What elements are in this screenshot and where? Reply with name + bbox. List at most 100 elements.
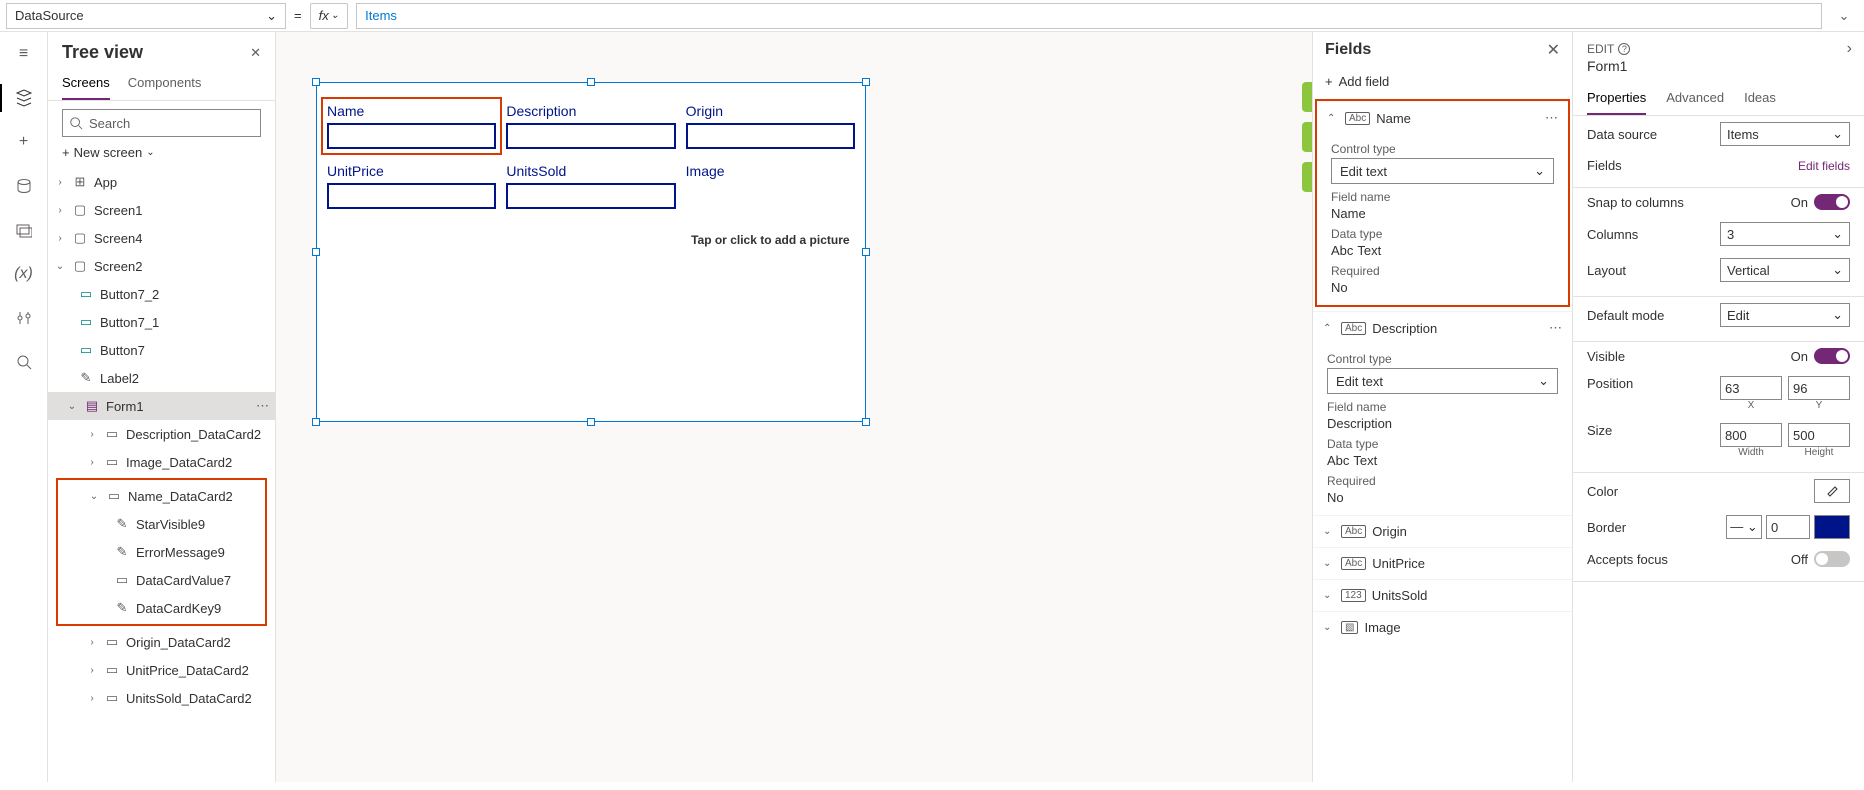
border-style-dropdown[interactable]: — ⌄ bbox=[1726, 515, 1762, 539]
expand-icon[interactable]: › bbox=[1847, 40, 1852, 58]
card-label: Image bbox=[686, 163, 855, 179]
tree-search-input[interactable]: Search bbox=[62, 109, 261, 137]
node-label2[interactable]: ✎ Label2 bbox=[48, 364, 275, 392]
card-input[interactable] bbox=[327, 123, 496, 149]
datasource-dropdown[interactable]: Items ⌄ bbox=[1720, 122, 1850, 146]
node-datacardkey[interactable]: ✎ DataCardKey9 bbox=[58, 594, 265, 622]
node-datacardvalue[interactable]: ▭ DataCardValue7 bbox=[58, 566, 265, 594]
resize-handle[interactable] bbox=[312, 248, 320, 256]
resize-handle[interactable] bbox=[587, 418, 595, 426]
property-dropdown[interactable]: DataSource ⌄ bbox=[6, 3, 286, 29]
image-placeholder-text[interactable]: Tap or click to add a picture bbox=[686, 233, 855, 247]
tab-components[interactable]: Components bbox=[128, 67, 202, 100]
layout-dropdown[interactable]: Vertical ⌄ bbox=[1720, 258, 1850, 282]
node-form1[interactable]: ⌄▤ Form1 ⋯ bbox=[48, 392, 275, 420]
size-width-input[interactable]: 800 bbox=[1720, 423, 1782, 447]
datacard-name[interactable]: Name bbox=[321, 97, 502, 155]
datacard-unitssold[interactable]: UnitsSold bbox=[506, 163, 675, 247]
snap-toggle[interactable] bbox=[1814, 194, 1850, 210]
datacard-origin[interactable]: Origin bbox=[686, 103, 855, 149]
edit-fields-link[interactable]: Edit fields bbox=[1798, 159, 1850, 173]
field-row-image[interactable]: ⌄ ▧ Image bbox=[1313, 612, 1572, 643]
variables-icon[interactable]: (x) bbox=[0, 252, 47, 296]
datacard-image[interactable]: Image Tap or click to add a picture bbox=[686, 163, 855, 247]
card-label: Name bbox=[327, 103, 496, 119]
insert-icon[interactable]: + bbox=[0, 120, 47, 164]
card-input[interactable] bbox=[506, 183, 675, 209]
info-icon[interactable]: ? bbox=[1618, 43, 1630, 55]
node-unitssold-dc[interactable]: ›▭ UnitsSold_DataCard2 bbox=[48, 684, 275, 712]
fx-button[interactable]: fx ⌄ bbox=[310, 3, 349, 29]
more-icon[interactable]: ⋯ bbox=[256, 398, 269, 414]
visible-toggle[interactable] bbox=[1814, 348, 1850, 364]
formula-input[interactable]: Items bbox=[356, 3, 1822, 29]
resize-handle[interactable] bbox=[587, 78, 595, 86]
tree-view-icon[interactable] bbox=[0, 76, 47, 120]
control-type-dropdown[interactable]: Edit text ⌄ bbox=[1331, 158, 1554, 184]
node-origin-dc[interactable]: ›▭ Origin_DataCard2 bbox=[48, 628, 275, 656]
control-type-dropdown[interactable]: Edit text ⌄ bbox=[1327, 368, 1558, 394]
datacard-description[interactable]: Description bbox=[506, 103, 675, 149]
green-button-1[interactable] bbox=[1302, 82, 1312, 112]
node-app[interactable]: ›⊞ App bbox=[48, 168, 275, 196]
resize-handle[interactable] bbox=[312, 418, 320, 426]
node-desc-dc[interactable]: ›▭ Description_DataCard2 bbox=[48, 420, 275, 448]
green-button-3[interactable] bbox=[1302, 162, 1312, 192]
node-starvisible[interactable]: ✎ StarVisible9 bbox=[58, 510, 265, 538]
node-image-dc[interactable]: ›▭ Image_DataCard2 bbox=[48, 448, 275, 476]
search-icon[interactable] bbox=[0, 340, 47, 384]
border-width-input[interactable]: 0 bbox=[1766, 515, 1810, 539]
tab-screens[interactable]: Screens bbox=[62, 67, 110, 100]
columns-dropdown[interactable]: 3 ⌄ bbox=[1720, 222, 1850, 246]
position-y-input[interactable]: 96 bbox=[1788, 376, 1850, 400]
acceptsfocus-toggle[interactable] bbox=[1814, 551, 1850, 567]
close-icon[interactable]: ✕ bbox=[250, 45, 261, 61]
resize-handle[interactable] bbox=[862, 248, 870, 256]
tab-properties[interactable]: Properties bbox=[1587, 82, 1646, 115]
card-input[interactable] bbox=[686, 123, 855, 149]
card-input[interactable] bbox=[327, 183, 496, 209]
field-row-origin[interactable]: ⌄ Abc Origin bbox=[1313, 516, 1572, 547]
more-icon[interactable]: ⋯ bbox=[1545, 110, 1558, 126]
resize-handle[interactable] bbox=[312, 78, 320, 86]
node-label: ErrorMessage9 bbox=[136, 545, 225, 560]
resize-handle[interactable] bbox=[862, 78, 870, 86]
node-screen1[interactable]: ›▢ Screen1 bbox=[48, 196, 275, 224]
node-screen2[interactable]: ⌄▢ Screen2 bbox=[48, 252, 275, 280]
field-row-unitssold[interactable]: ⌄ 123 UnitsSold bbox=[1313, 580, 1572, 611]
field-row-unitprice[interactable]: ⌄ Abc UnitPrice bbox=[1313, 548, 1572, 579]
node-name-dc[interactable]: ⌄▭ Name_DataCard2 bbox=[58, 482, 265, 510]
field-row-description[interactable]: ⌃ Abc Description ⋯ bbox=[1313, 312, 1572, 344]
node-button7-1[interactable]: ▭ Button7_1 bbox=[48, 308, 275, 336]
defaultmode-dropdown[interactable]: Edit ⌄ bbox=[1720, 303, 1850, 327]
tab-ideas[interactable]: Ideas bbox=[1744, 82, 1776, 115]
size-height-input[interactable]: 500 bbox=[1788, 423, 1850, 447]
data-icon[interactable] bbox=[0, 164, 47, 208]
media-icon[interactable] bbox=[0, 208, 47, 252]
node-label: DataCardKey9 bbox=[136, 601, 221, 616]
resize-handle[interactable] bbox=[862, 418, 870, 426]
green-button-2[interactable] bbox=[1302, 122, 1312, 152]
field-row-name[interactable]: ⌃ Abc Name ⋯ bbox=[1317, 102, 1568, 134]
new-screen-button[interactable]: + New screen ⌄ bbox=[62, 145, 261, 160]
expand-formula-icon[interactable]: ⌄ bbox=[1830, 2, 1858, 30]
border-color-swatch[interactable] bbox=[1814, 515, 1850, 539]
node-errormsg[interactable]: ✎ ErrorMessage9 bbox=[58, 538, 265, 566]
field-label: Name bbox=[1376, 111, 1411, 126]
close-icon[interactable]: ✕ bbox=[1547, 40, 1560, 60]
color-picker[interactable] bbox=[1814, 479, 1850, 503]
tools-icon[interactable] bbox=[0, 296, 47, 340]
node-unitprice-dc[interactable]: ›▭ UnitPrice_DataCard2 bbox=[48, 656, 275, 684]
add-field-button[interactable]: + Add field bbox=[1313, 68, 1572, 95]
canvas[interactable]: Name Description Origin UnitPrice UnitsS… bbox=[276, 32, 1312, 782]
node-screen4[interactable]: ›▢ Screen4 bbox=[48, 224, 275, 252]
position-x-input[interactable]: 63 bbox=[1720, 376, 1782, 400]
more-icon[interactable]: ⋯ bbox=[1549, 320, 1562, 336]
card-input[interactable] bbox=[506, 123, 675, 149]
datacard-unitprice[interactable]: UnitPrice bbox=[327, 163, 496, 247]
node-button7[interactable]: ▭ Button7 bbox=[48, 336, 275, 364]
tab-advanced[interactable]: Advanced bbox=[1666, 82, 1724, 115]
node-button7-2[interactable]: ▭ Button7_2 bbox=[48, 280, 275, 308]
hamburger-icon[interactable]: ≡ bbox=[0, 32, 47, 76]
form-control[interactable]: Name Description Origin UnitPrice UnitsS… bbox=[316, 82, 866, 422]
